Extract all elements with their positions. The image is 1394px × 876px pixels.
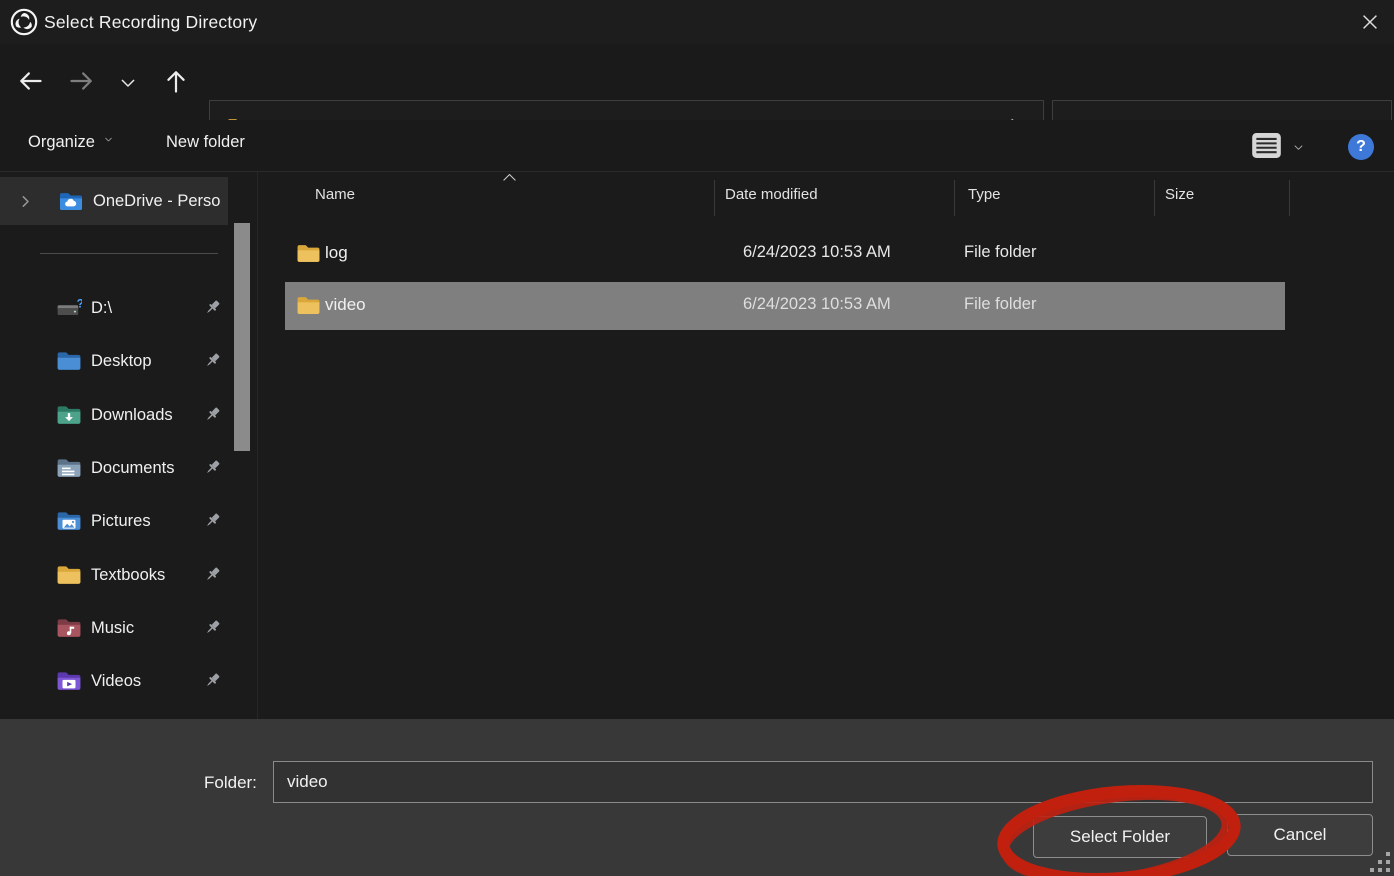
sidebar-item-label: Pictures: [91, 512, 151, 531]
view-options-caret-icon[interactable]: [1293, 142, 1304, 153]
file-date-modified: 6/24/2023 10:53 AM: [743, 243, 891, 262]
sort-ascending-caret-icon: [502, 172, 517, 182]
pin-icon[interactable]: [203, 565, 222, 584]
resize-grip[interactable]: [1369, 851, 1393, 875]
organize-button[interactable]: Organize: [28, 133, 113, 152]
sidebar-item-label: OneDrive - Perso: [93, 192, 220, 211]
folder-icon: [296, 243, 321, 264]
sidebar-item-music[interactable]: Music: [0, 607, 228, 649]
main-area: OneDrive - Perso D:\ Desktop Downloads D…: [0, 172, 1394, 719]
sidebar-item-label: Music: [91, 619, 134, 638]
onedrive-folder-icon: [58, 191, 84, 212]
sidebar-item-videos[interactable]: Videos: [0, 660, 228, 702]
cancel-button[interactable]: Cancel: [1227, 814, 1373, 856]
pin-icon[interactable]: [203, 298, 222, 317]
folder-field-label: Folder:: [204, 773, 257, 793]
column-header-size[interactable]: Size: [1165, 186, 1194, 203]
column-header-name[interactable]: Name: [315, 186, 355, 203]
column-divider[interactable]: [714, 180, 715, 216]
footer-panel: Folder: Select Folder Cancel: [0, 719, 1394, 876]
navigation-bar: › Desktop › Multimodal ›: [0, 44, 1394, 120]
sidebar-item-documents[interactable]: Documents: [0, 447, 228, 489]
column-divider[interactable]: [1154, 180, 1155, 216]
dialog-toolbar: Organize New folder ?: [0, 120, 1394, 172]
sidebar-item-label: Textbooks: [91, 566, 165, 585]
desktop-folder-icon: [56, 350, 82, 372]
sidebar-item-pictures[interactable]: Pictures: [0, 500, 228, 542]
sidebar-item-label: Videos: [91, 672, 141, 691]
back-arrow-icon[interactable]: [16, 67, 44, 95]
recent-locations-chevron-icon[interactable]: [119, 74, 137, 92]
file-list: Name Date modified Type Size log 6/24/20…: [258, 172, 1394, 719]
pin-icon[interactable]: [203, 405, 222, 424]
sidebar-item-label: D:\: [91, 299, 112, 318]
expand-chevron-icon[interactable]: [18, 194, 33, 209]
file-name: video: [325, 295, 366, 315]
sidebar-item-onedrive[interactable]: OneDrive - Perso: [0, 177, 228, 225]
sidebar-item-d-drive[interactable]: D:\: [0, 287, 228, 329]
up-arrow-icon[interactable]: [162, 67, 190, 95]
sidebar-item-desktop[interactable]: Desktop: [0, 340, 228, 382]
title-bar: Select Recording Directory: [0, 0, 1394, 44]
sidebar: OneDrive - Perso D:\ Desktop Downloads D…: [0, 172, 258, 719]
help-button[interactable]: ?: [1348, 134, 1374, 160]
new-folder-button[interactable]: New folder: [166, 133, 245, 152]
sidebar-divider: [40, 253, 218, 254]
sidebar-item-downloads[interactable]: Downloads: [0, 394, 228, 436]
forward-arrow-icon[interactable]: [68, 67, 96, 95]
folder-icon: [56, 564, 82, 586]
pin-icon[interactable]: [203, 458, 222, 477]
music-folder-icon: [56, 617, 82, 639]
videos-folder-icon: [56, 670, 82, 692]
organize-label: Organize: [28, 133, 95, 152]
column-header-type[interactable]: Type: [968, 186, 1001, 203]
file-date-modified: 6/24/2023 10:53 AM: [743, 295, 891, 314]
sidebar-item-label: Documents: [91, 459, 174, 478]
close-icon[interactable]: [1359, 11, 1381, 33]
documents-folder-icon: [56, 457, 82, 479]
pin-icon[interactable]: [203, 618, 222, 637]
file-row-log[interactable]: log 6/24/2023 10:53 AM File folder: [258, 230, 1394, 278]
sidebar-scrollbar-thumb[interactable]: [234, 223, 250, 451]
column-header-date-modified[interactable]: Date modified: [725, 186, 818, 203]
drive-icon: [56, 297, 82, 319]
sidebar-item-label: Desktop: [91, 352, 152, 371]
file-type: File folder: [964, 295, 1036, 314]
folder-icon: [296, 295, 321, 316]
file-type: File folder: [964, 243, 1036, 262]
file-name: log: [325, 243, 348, 263]
pin-icon[interactable]: [203, 351, 222, 370]
pictures-folder-icon: [56, 510, 82, 532]
downloads-folder-icon: [56, 404, 82, 426]
sidebar-item-textbooks[interactable]: Textbooks: [0, 554, 228, 596]
folder-name-input[interactable]: [273, 761, 1373, 803]
pin-icon[interactable]: [203, 671, 222, 690]
file-row-video[interactable]: video 6/24/2023 10:53 AM File folder: [258, 282, 1394, 330]
window-title: Select Recording Directory: [44, 12, 257, 33]
obs-logo-icon: [9, 7, 39, 37]
sidebar-item-label: Downloads: [91, 406, 173, 425]
list-view-icon[interactable]: [1251, 131, 1282, 160]
file-list-header: Name Date modified Type Size: [258, 172, 1394, 222]
column-divider[interactable]: [1289, 180, 1290, 216]
select-folder-button[interactable]: Select Folder: [1033, 816, 1207, 858]
column-divider[interactable]: [954, 180, 955, 216]
pin-icon[interactable]: [203, 511, 222, 530]
organize-caret-icon: [104, 135, 113, 144]
